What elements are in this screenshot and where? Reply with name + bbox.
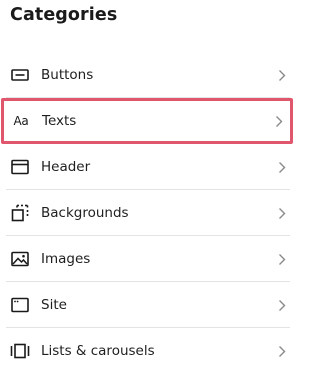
button-icon [10, 65, 30, 85]
chevron-right-icon [277, 344, 287, 358]
category-label: Buttons [41, 67, 94, 83]
category-item-images[interactable]: Images [0, 236, 296, 282]
chevron-right-icon [277, 68, 287, 82]
category-item-backgrounds[interactable]: Backgrounds [0, 190, 296, 236]
category-label: Texts [42, 113, 77, 129]
chevron-right-icon [274, 114, 284, 128]
category-item-texts[interactable]: Aa Texts [1, 98, 293, 144]
carousel-icon [10, 341, 30, 361]
image-icon [10, 249, 30, 269]
background-icon [10, 203, 30, 223]
text-aa-icon: Aa [11, 111, 31, 131]
site-window-icon [10, 295, 30, 315]
category-label: Lists & carousels [41, 343, 155, 359]
text-aa-glyph: Aa [13, 114, 29, 128]
chevron-right-icon [277, 160, 287, 174]
chevron-right-icon [277, 298, 287, 312]
category-item-buttons[interactable]: Buttons [0, 52, 296, 98]
category-label: Images [41, 251, 91, 267]
category-label: Site [41, 297, 67, 313]
chevron-right-icon [277, 206, 287, 220]
header-icon [10, 157, 30, 177]
category-item-header[interactable]: Header [0, 144, 296, 190]
chevron-right-icon [277, 252, 287, 266]
category-label: Header [41, 159, 91, 175]
panel-title: Categories [10, 5, 118, 25]
category-item-lists-carousels[interactable]: Lists & carousels [0, 328, 296, 374]
category-item-site[interactable]: Site [0, 282, 296, 328]
category-list: Buttons Aa Texts Header Backgrounds Imag… [0, 52, 296, 374]
categories-panel: Categories Buttons Aa Texts Header Backg… [0, 0, 296, 373]
category-label: Backgrounds [41, 205, 129, 221]
